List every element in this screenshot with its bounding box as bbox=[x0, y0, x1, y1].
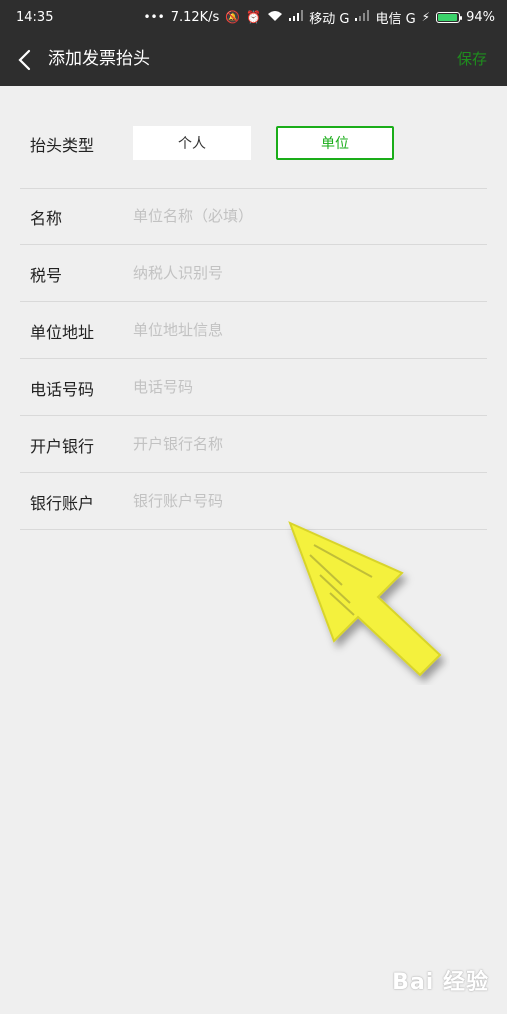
field-name: 名称 bbox=[20, 189, 487, 245]
field-tax-id: 税号 bbox=[20, 246, 487, 302]
field-phone: 电话号码 bbox=[20, 360, 487, 416]
field-bank: 开户银行 bbox=[20, 417, 487, 473]
field-address: 单位地址 bbox=[20, 303, 487, 359]
header-type-row: 抬头类型 个人 单位 bbox=[20, 114, 487, 189]
phone-input[interactable] bbox=[133, 370, 473, 404]
status-bar: 14:35 ••• 7.12K/s 🔕 ⏰ 移动 G 电信 G ⚡ 94% bbox=[0, 0, 507, 34]
charging-icon: ⚡ bbox=[421, 10, 431, 24]
field-label: 单位地址 bbox=[30, 323, 95, 342]
status-time: 14:35 bbox=[16, 9, 54, 25]
tax-id-input[interactable] bbox=[133, 256, 473, 290]
status-indicators: ••• 7.12K/s 🔕 ⏰ 移动 G 电信 G ⚡ 94% bbox=[143, 8, 495, 27]
save-button[interactable]: 保存 bbox=[457, 46, 487, 72]
back-arrow-icon[interactable] bbox=[16, 48, 36, 72]
header-type-label: 抬头类型 bbox=[30, 136, 95, 155]
bank-input[interactable] bbox=[133, 427, 473, 461]
option-unit[interactable]: 单位 bbox=[276, 126, 394, 160]
mute-icon: 🔕 bbox=[225, 10, 241, 24]
signal-icon-2 bbox=[355, 10, 370, 24]
page-title: 添加发票抬头 bbox=[48, 49, 150, 69]
field-label: 银行账户 bbox=[30, 494, 95, 513]
nav-bar: 添加发票抬头 保存 bbox=[0, 34, 507, 86]
address-input[interactable] bbox=[133, 313, 473, 347]
name-input[interactable] bbox=[133, 199, 473, 233]
field-label: 开户银行 bbox=[30, 437, 95, 456]
field-label: 电话号码 bbox=[30, 380, 95, 399]
network-speed: 7.12K/s bbox=[170, 9, 220, 25]
carrier-2: 电信 G bbox=[375, 11, 416, 27]
battery-icon bbox=[436, 11, 463, 23]
battery-percent: 94% bbox=[466, 9, 495, 25]
annotation-arrow-icon bbox=[288, 521, 442, 677]
signal-icon-1 bbox=[289, 10, 304, 24]
more-dots-icon: ••• bbox=[143, 10, 165, 24]
carrier-1: 移动 G bbox=[309, 11, 350, 27]
watermark: Bai 经验 bbox=[392, 970, 489, 995]
field-label: 税号 bbox=[30, 266, 63, 285]
wifi-icon bbox=[267, 10, 283, 25]
field-label: 名称 bbox=[30, 209, 63, 228]
bank-account-input[interactable] bbox=[133, 484, 473, 518]
option-personal[interactable]: 个人 bbox=[133, 126, 251, 160]
alarm-icon: ⏰ bbox=[246, 10, 262, 24]
